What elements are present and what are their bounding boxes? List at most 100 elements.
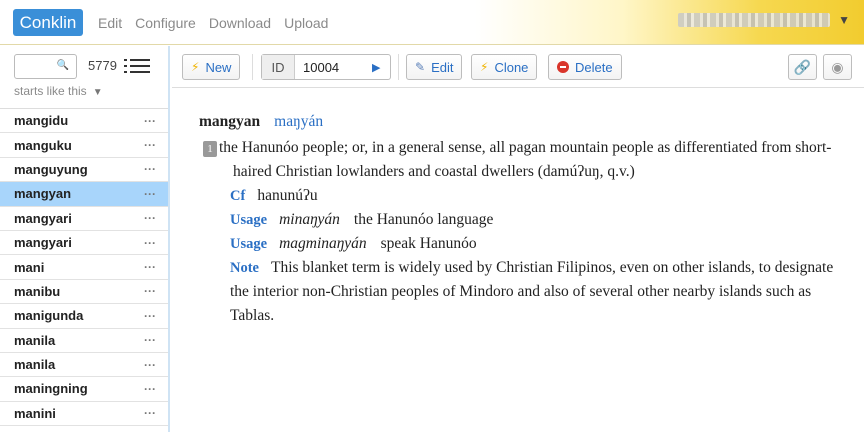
chevron-down-icon[interactable]: ▼ (838, 13, 850, 27)
toolbar-divider (252, 54, 253, 80)
list-item[interactable]: maningning ··· (0, 377, 168, 402)
more-options-icon[interactable]: ··· (144, 382, 156, 396)
link-button[interactable]: 🔗 (788, 54, 817, 80)
usage-line: Usage minaŋyán the Hanunóo language (199, 208, 839, 232)
entry-count: 5779 (88, 58, 117, 73)
toolbar: ⚡ New ID 10004 ▶ ✎ Edit ⚡ Clone Delete 🔗… (172, 46, 864, 88)
more-options-icon[interactable]: ··· (144, 333, 156, 347)
entry-list-panel: 🔍 5779 starts like this ▼ mangidu ··· mangu… (0, 46, 170, 432)
list-item-label: mangyari (14, 210, 72, 226)
more-options-icon[interactable]: ··· (144, 236, 156, 250)
record-icon: ◉ (831, 58, 844, 75)
more-options-icon[interactable]: ··· (144, 260, 156, 274)
list-item[interactable]: mangyari ··· (0, 207, 168, 231)
usage-tag: Usage (230, 212, 268, 228)
more-options-icon[interactable]: ··· (144, 309, 156, 323)
list-item-label: mangyari (14, 235, 72, 251)
note-text: This blanket term is widely used by Chri… (230, 259, 834, 324)
list-item[interactable]: mangidu ··· (0, 109, 168, 134)
brand-logo-button[interactable]: Conklin (13, 9, 83, 36)
more-options-icon[interactable]: ··· (144, 406, 156, 420)
id-input[interactable]: 10004 (295, 55, 372, 79)
sense-number-badge: 1 (203, 141, 217, 157)
list-item-label: manila (14, 357, 56, 373)
nav-upload[interactable]: Upload (284, 15, 328, 31)
new-button-label: New (205, 59, 232, 75)
more-options-icon[interactable]: ··· (144, 211, 156, 225)
list-item-label: manigunda (14, 308, 84, 324)
top-bar: Conklin Edit Configure Download Upload ▼ (0, 0, 864, 45)
delete-button[interactable]: Delete (548, 54, 622, 80)
list-item[interactable]: manila ··· (0, 353, 168, 378)
note-line: Note This blanket term is widely used by … (199, 256, 839, 328)
list-item[interactable]: manguku ··· (0, 133, 168, 158)
settings-button[interactable]: ◉ (823, 54, 852, 80)
nav-download[interactable]: Download (209, 15, 271, 31)
entry-list: mangidu ··· manguku ··· manguyung ··· mangyan ·… (0, 108, 168, 427)
cf-line: Cf hanunúʔu (199, 184, 839, 208)
user-menu[interactable]: ▼ (678, 13, 850, 27)
list-item[interactable]: mangyan ··· (0, 182, 168, 207)
list-item-label: manguyung (14, 161, 88, 177)
toolbar-divider (398, 54, 399, 80)
list-item-label: mangyan (14, 186, 72, 202)
more-options-icon[interactable]: ··· (144, 138, 156, 152)
cf-value[interactable]: hanunúʔu (257, 187, 317, 204)
list-item[interactable]: manibu ··· (0, 280, 168, 305)
list-item-label: manini (14, 405, 56, 421)
headword: mangyan (199, 113, 261, 130)
list-item[interactable]: manigunda ··· (0, 304, 168, 329)
lightning-icon: ⚡ (480, 60, 489, 74)
list-item[interactable]: mangyari ··· (0, 231, 168, 256)
list-item-label: mangidu (14, 113, 69, 129)
search-mode-label: starts like this (14, 84, 87, 98)
list-menu-icon[interactable] (124, 58, 150, 74)
id-lookup: ID 10004 ▶ (261, 54, 391, 80)
more-options-icon[interactable]: ··· (144, 284, 156, 298)
delete-button-label: Delete (575, 59, 613, 75)
search-icon[interactable]: 🔍 (57, 60, 69, 71)
clone-button-label: Clone (494, 59, 529, 75)
entry-view: mangyan maŋyán 1 the Hanunóo people; or, … (199, 110, 839, 328)
usage-form: magminaŋyán (279, 235, 367, 252)
list-item[interactable]: manila ··· (0, 329, 168, 353)
chevron-down-icon: ▼ (92, 87, 103, 98)
list-item-label: manguku (14, 137, 72, 153)
top-nav: Edit Configure Download Upload (98, 15, 341, 31)
entry-header: mangyan maŋyán (199, 110, 839, 134)
nav-edit[interactable]: Edit (98, 15, 122, 31)
search-input[interactable]: 🔍 (14, 54, 77, 79)
list-item-label: mani (14, 259, 45, 275)
phonetic-form: maŋyán (274, 113, 324, 130)
delete-icon (557, 61, 569, 73)
list-item[interactable]: manguyung ··· (0, 158, 168, 183)
sense-gloss: the Hanunóo people; or, in a general sen… (219, 139, 832, 180)
edit-button[interactable]: ✎ Edit (406, 54, 463, 80)
nav-configure[interactable]: Configure (135, 15, 196, 31)
go-arrow-icon[interactable]: ▶ (372, 55, 390, 79)
usage-meaning: speak Hanunóo (380, 235, 477, 252)
usage-meaning: the Hanunóo language (353, 211, 494, 228)
list-item[interactable]: manini ··· (0, 402, 168, 427)
list-item-label: maningning (14, 381, 88, 397)
cf-tag: Cf (230, 188, 246, 204)
id-label: ID (262, 55, 295, 79)
list-item[interactable]: mani ··· (0, 255, 168, 280)
more-options-icon[interactable]: ··· (144, 114, 156, 128)
new-button[interactable]: ⚡ New (182, 54, 241, 80)
note-tag: Note (230, 260, 259, 276)
link-icon: 🔗 (793, 58, 812, 75)
list-item-label: manila (14, 332, 56, 348)
edit-button-label: Edit (431, 59, 454, 75)
lightning-icon: ⚡ (191, 60, 200, 74)
sense-block: 1 the Hanunóo people; or, in a general s… (199, 136, 839, 184)
list-item-label: manibu (14, 283, 61, 299)
clone-button[interactable]: ⚡ Clone (471, 54, 538, 80)
user-name-redacted (678, 13, 831, 27)
search-mode-select[interactable]: starts like this ▼ (14, 84, 103, 98)
usage-tag: Usage (230, 236, 268, 252)
more-options-icon[interactable]: ··· (144, 162, 156, 176)
more-options-icon[interactable]: ··· (144, 187, 156, 201)
more-options-icon[interactable]: ··· (144, 358, 156, 372)
usage-line: Usage magminaŋyán speak Hanunóo (199, 232, 839, 256)
